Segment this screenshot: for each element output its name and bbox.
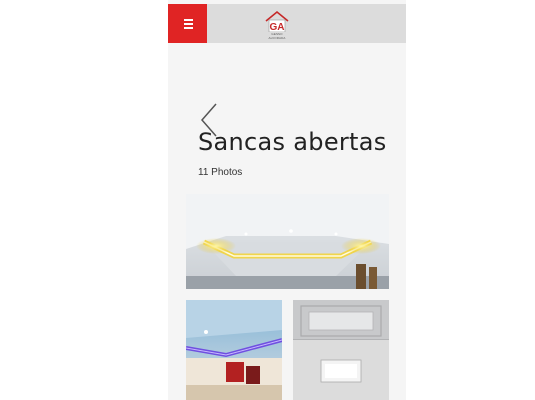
- ceiling-photo-image: [293, 300, 389, 400]
- ceiling-photo-image: [186, 194, 389, 289]
- house-logo-icon: GA: [265, 10, 289, 32]
- gallery-title: Sancas abertas: [198, 128, 387, 156]
- site-header: GA GESSO ALVORADA: [168, 4, 406, 43]
- logo-tagline: GESSO ALVORADA: [268, 32, 286, 40]
- gallery-photo[interactable]: [293, 300, 389, 400]
- hamburger-icon-bar: [184, 27, 193, 29]
- photo-count: 11 Photos: [198, 167, 243, 178]
- gallery-photo[interactable]: [186, 300, 282, 400]
- menu-button[interactable]: [168, 4, 207, 43]
- hamburger-icon: [184, 19, 193, 21]
- ceiling-photo-image: [186, 300, 282, 400]
- logo-letters: GA: [270, 22, 285, 32]
- mobile-page: GA GESSO ALVORADA Sancas abertas 11 Phot…: [168, 0, 406, 400]
- gallery-photo[interactable]: [186, 194, 389, 289]
- site-logo[interactable]: GA GESSO ALVORADA: [264, 10, 290, 40]
- hamburger-icon-bar: [184, 23, 193, 25]
